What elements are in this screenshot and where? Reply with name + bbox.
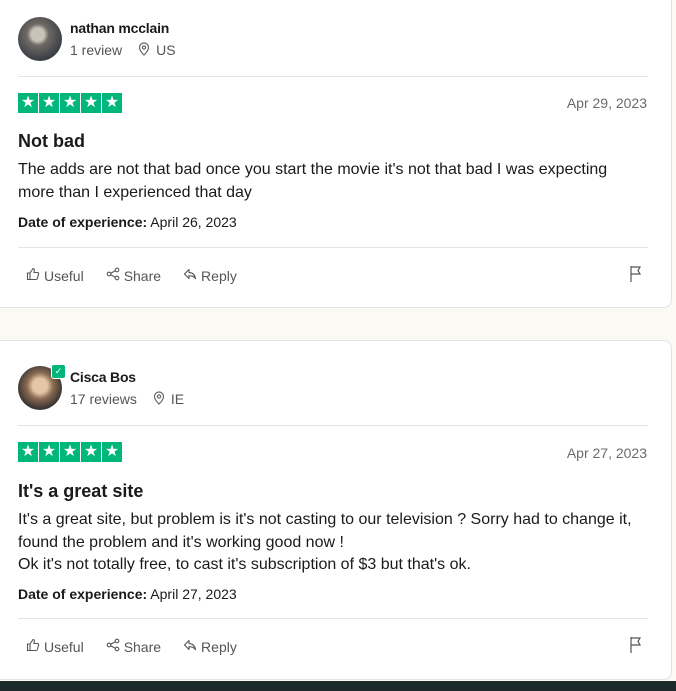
footer-bar: [0, 681, 676, 691]
reply-icon: [183, 267, 201, 284]
location-pin-icon: [153, 390, 165, 408]
review-text: It's a great site, but problem is it's n…: [18, 511, 632, 551]
verified-icon: ✓: [51, 364, 66, 379]
useful-label: Useful: [44, 267, 84, 284]
reviewer-header: nathan mcclain 1 review US: [18, 17, 176, 61]
review-date: Apr 29, 2023: [566, 95, 647, 111]
review-text: Ok it's not totally free, to cast it's s…: [18, 556, 471, 573]
useful-label: Useful: [44, 638, 84, 655]
review-title[interactable]: It's a great site: [18, 481, 143, 502]
reply-label: Reply: [201, 267, 237, 284]
star-icon: ★: [39, 442, 59, 462]
star-icon: ★: [39, 93, 59, 113]
star-icon: ★: [102, 93, 122, 113]
review-actions: Useful Share Reply: [26, 267, 259, 284]
share-label: Share: [123, 638, 162, 655]
share-button[interactable]: Share: [106, 267, 161, 284]
review-card: nathan mcclain 1 review US ★ ★ ★ ★ ★ Apr…: [0, 0, 672, 308]
reviewer-country: IE: [170, 391, 185, 407]
star-icon: ★: [18, 442, 38, 462]
thumbs-up-icon: [26, 267, 44, 284]
share-button[interactable]: Share: [106, 638, 161, 655]
star-rating: ★ ★ ★ ★ ★: [18, 442, 123, 462]
divider: [18, 247, 648, 248]
review-actions: Useful Share Reply: [26, 638, 259, 655]
experience-date: April 26, 2023: [150, 214, 237, 230]
star-icon: ★: [102, 442, 122, 462]
reviewer-country: US: [156, 42, 176, 58]
reply-icon: [183, 638, 201, 655]
review-count: 1 review: [70, 42, 123, 58]
reviewer-header: ✓ Cisca Bos 17 reviews IE: [18, 364, 185, 410]
reply-button[interactable]: Reply: [183, 638, 237, 655]
review-title[interactable]: Not bad: [18, 131, 85, 152]
experience-date: April 27, 2023: [150, 586, 237, 602]
star-rating: ★ ★ ★ ★ ★: [18, 93, 123, 113]
share-label: Share: [123, 267, 162, 284]
review-count: 17 reviews: [70, 391, 137, 407]
useful-button[interactable]: Useful: [26, 267, 84, 284]
thumbs-up-icon: [26, 638, 44, 655]
avatar[interactable]: [18, 17, 62, 61]
avatar[interactable]: ✓: [18, 364, 66, 410]
divider: [18, 618, 648, 619]
experience-label: Date of experience:: [18, 586, 148, 602]
reply-button[interactable]: Reply: [183, 267, 237, 284]
star-icon: ★: [60, 93, 80, 113]
divider: [18, 425, 648, 426]
flag-icon[interactable]: [629, 636, 643, 659]
star-icon: ★: [81, 93, 101, 113]
reviewer-name[interactable]: Cisca Bos: [70, 369, 184, 385]
flag-icon[interactable]: [629, 265, 643, 288]
useful-button[interactable]: Useful: [26, 638, 84, 655]
review-text: The adds are not that bad once you start…: [18, 161, 608, 201]
location-pin-icon: [138, 41, 150, 59]
reviewer-name[interactable]: nathan mcclain: [70, 20, 176, 36]
divider: [18, 76, 648, 77]
review-date: Apr 27, 2023: [566, 445, 647, 461]
experience-label: Date of experience:: [18, 214, 148, 230]
star-icon: ★: [81, 442, 101, 462]
star-icon: ★: [18, 93, 38, 113]
star-icon: ★: [60, 442, 80, 462]
review-body: The adds are not that bad once you start…: [18, 159, 648, 204]
share-icon: [106, 267, 124, 284]
date-of-experience: Date of experience: April 27, 2023: [18, 586, 237, 602]
date-of-experience: Date of experience: April 26, 2023: [18, 214, 237, 230]
review-body: It's a great site, but problem is it's n…: [18, 509, 648, 577]
reply-label: Reply: [201, 638, 237, 655]
share-icon: [106, 638, 124, 655]
review-card: ✓ Cisca Bos 17 reviews IE ★ ★ ★ ★ ★ Apr …: [0, 340, 672, 680]
